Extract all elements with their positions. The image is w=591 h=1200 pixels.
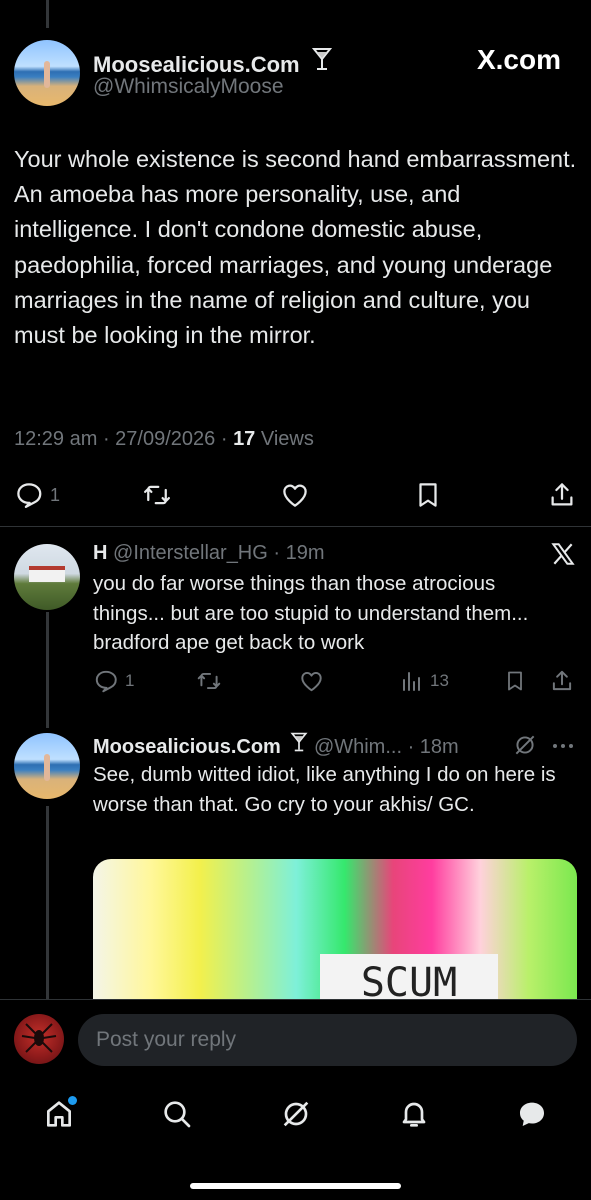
repost-action[interactable]: [142, 480, 172, 510]
x-watermark: X.com: [476, 44, 561, 75]
grok-icon[interactable]: [280, 1098, 312, 1135]
repost-icon[interactable]: [196, 668, 222, 694]
author-handle[interactable]: @WhimsicalyMoose: [93, 75, 284, 99]
tweet-time[interactable]: 12:29 am: [14, 428, 97, 450]
reply-text: you do far worse things than those atroc…: [93, 572, 529, 654]
grok-icon[interactable]: [512, 732, 538, 763]
cocktail-glass-icon: [290, 731, 308, 759]
reply-input[interactable]: [78, 1014, 577, 1066]
heart-icon[interactable]: [279, 480, 311, 510]
avatar[interactable]: [14, 733, 80, 799]
cocktail-glass-icon: [311, 46, 332, 78]
reply-header: Moosealicious.Com @Whim... · 18m: [93, 731, 459, 759]
reply-icon[interactable]: [14, 480, 44, 510]
home-indicator[interactable]: [190, 1183, 401, 1189]
bookmark-action[interactable]: [503, 668, 527, 694]
messages-icon[interactable]: [515, 1098, 549, 1135]
reply-time[interactable]: 19m: [286, 542, 325, 564]
share-action[interactable]: [547, 480, 577, 510]
reply-author-name[interactable]: Moosealicious.Com: [93, 736, 281, 758]
views-action[interactable]: 13: [400, 668, 449, 694]
notification-dot: [68, 1096, 77, 1105]
tab-notifications[interactable]: [392, 1094, 436, 1138]
reply-count: 1: [125, 671, 135, 690]
tab-home[interactable]: [37, 1094, 81, 1138]
reply-author-name[interactable]: H: [93, 542, 107, 564]
views-label: Views: [260, 428, 314, 450]
reply-author-handle[interactable]: @Whim...: [314, 736, 402, 758]
share-icon[interactable]: [549, 668, 575, 694]
bookmark-action[interactable]: [413, 480, 443, 510]
notifications-icon[interactable]: [398, 1098, 430, 1135]
heart-icon[interactable]: [298, 668, 325, 694]
repost-action[interactable]: [196, 668, 222, 694]
reply-count: 1: [50, 484, 61, 505]
thread-line-reply-2: [46, 806, 49, 1001]
reply-author-handle[interactable]: @Interstellar_HG: [113, 542, 268, 564]
reply-action[interactable]: 1: [93, 668, 134, 694]
thread-line-top: [46, 0, 49, 28]
thread-line-reply: [46, 612, 49, 728]
bottom-tab-bar: [0, 1078, 591, 1200]
reply-composer: [0, 999, 591, 1077]
share-icon[interactable]: [547, 480, 577, 510]
like-action[interactable]: [298, 668, 325, 694]
tweet-meta: 12:29 am · 27/09/2026 · 17 Views: [14, 428, 314, 450]
x-logo-icon: [550, 541, 576, 572]
reply-media-image[interactable]: SCUM: [93, 859, 577, 1019]
bookmark-icon[interactable]: [503, 668, 527, 694]
bookmark-icon[interactable]: [413, 480, 443, 510]
reply-action[interactable]: 1: [14, 480, 60, 510]
reply-icon[interactable]: [93, 668, 119, 694]
avatar[interactable]: [14, 1014, 64, 1064]
avatar[interactable]: [14, 544, 80, 610]
views-count: 17: [233, 428, 256, 450]
tab-messages[interactable]: [510, 1094, 554, 1138]
tweet-date[interactable]: 27/09/2026: [115, 428, 215, 450]
search-icon[interactable]: [161, 1098, 193, 1135]
reply-time[interactable]: 18m: [420, 736, 459, 758]
reply-header: H @Interstellar_HG · 19m: [93, 542, 325, 564]
like-action[interactable]: [279, 480, 311, 510]
tweet-text: Your whole existence is second hand emba…: [14, 146, 577, 349]
more-options-icon[interactable]: [551, 738, 575, 756]
reply-text: See, dumb witted idiot, like anything I …: [93, 763, 556, 816]
analytics-icon[interactable]: [400, 668, 424, 694]
author-name[interactable]: Moosealicious.Com: [93, 52, 300, 77]
tab-search[interactable]: [155, 1094, 199, 1138]
repost-icon[interactable]: [142, 480, 172, 510]
views-count: 13: [430, 671, 449, 690]
tab-grok[interactable]: [274, 1094, 318, 1138]
share-action[interactable]: [549, 668, 575, 694]
avatar[interactable]: [14, 40, 80, 106]
divider: [0, 526, 591, 527]
